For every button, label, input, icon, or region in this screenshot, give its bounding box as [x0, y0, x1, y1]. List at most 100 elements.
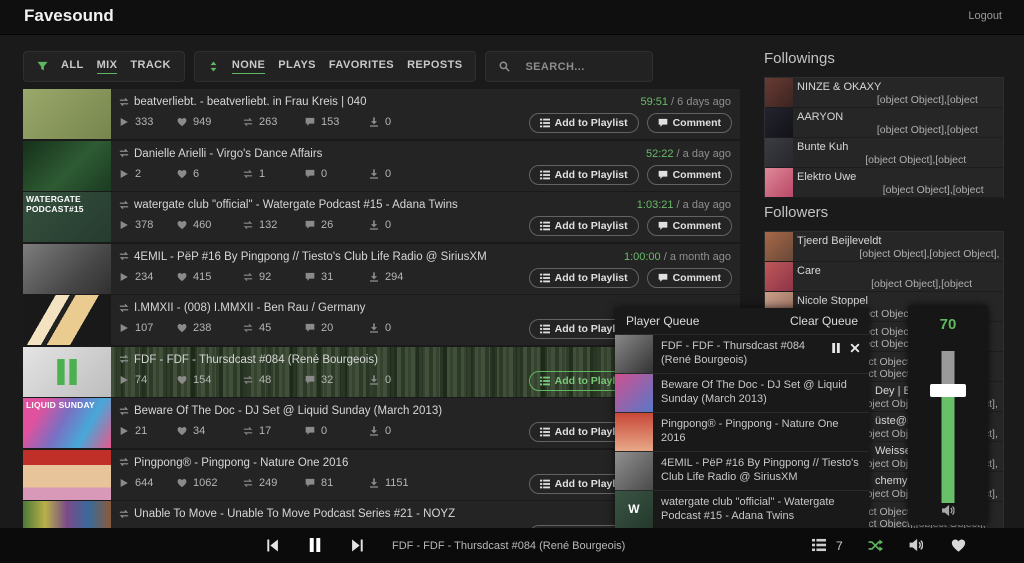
- speaker-icon[interactable]: [942, 504, 955, 517]
- download-icon: [369, 117, 379, 127]
- reposts-stat: 249: [243, 477, 305, 489]
- track-row[interactable]: 4EMIL - PëP #16 By Pingpong // Tiesto's …: [23, 243, 740, 294]
- track-title-text: watergate club "official" - Watergate Po…: [134, 199, 458, 211]
- following-row[interactable]: Elektro Uwe 1447 4735 [object Object],[o…: [765, 168, 1003, 198]
- add-to-playlist-button[interactable]: Add to Playlist: [528, 267, 639, 288]
- shuffle-icon[interactable]: [868, 538, 883, 553]
- volume-track-upper[interactable]: [941, 351, 955, 384]
- repost-icon: [243, 117, 253, 127]
- downloads-stat: 0: [369, 116, 429, 128]
- plays-stat: 107: [119, 322, 177, 334]
- add-to-playlist-button[interactable]: Add to Playlist: [528, 113, 639, 133]
- follow-add-stat: 1447: [797, 184, 833, 197]
- track-title-text: Unable To Move - Unable To Move Podcast …: [134, 508, 456, 520]
- track-artwork[interactable]: [23, 295, 111, 345]
- filter-option[interactable]: ALL: [61, 59, 84, 74]
- download-icon: [369, 477, 379, 488]
- follow-add-stat: 85: [797, 154, 822, 167]
- reposts-stat: 132: [243, 219, 305, 231]
- likes-stat: 1062: [177, 477, 243, 489]
- likes-stat: 460: [177, 219, 243, 231]
- track-artwork[interactable]: [23, 346, 111, 397]
- sort-option[interactable]: NONE: [231, 59, 266, 74]
- tracks-count-stat: [object Object],[object Object],[object …: [864, 94, 1003, 107]
- queue-item[interactable]: 4EMIL - PëP #16 By Pingpong // Tiesto's …: [615, 450, 869, 490]
- followers-count-stat: 4855: [828, 124, 864, 137]
- queue-item[interactable]: Beware Of The Doc - DJ Set @ Liquid Sund…: [615, 372, 869, 412]
- comment-button[interactable]: Comment: [646, 267, 732, 288]
- following-row[interactable]: NINZE & OKAXY 628 7613 [object Object],[…: [765, 78, 1003, 108]
- playlist-icon: [539, 221, 550, 231]
- like-icon[interactable]: [951, 538, 966, 553]
- logout-link[interactable]: Logout: [968, 10, 1002, 22]
- track-title-text: beatverliebt. - beatverliebt. in Frau Kr…: [134, 96, 367, 108]
- play-icon: [119, 117, 129, 127]
- pause-icon[interactable]: [831, 343, 841, 353]
- sort-option[interactable]: PLAYS: [278, 59, 316, 74]
- queue-count: 7: [836, 539, 843, 553]
- track-row[interactable]: WATERGATE PODCAST#15 watergate club "off…: [23, 192, 740, 242]
- app-title: Favesound: [24, 6, 114, 25]
- clear-queue-button[interactable]: Clear Queue: [790, 314, 858, 328]
- previous-track-button[interactable]: [266, 539, 279, 552]
- volume-slider[interactable]: [930, 351, 966, 503]
- search-input[interactable]: [523, 59, 640, 74]
- following-row[interactable]: AARYON 148 4855 [object Object],[object …: [765, 108, 1003, 138]
- volume-track-lower[interactable]: [941, 397, 955, 503]
- comments-stat: 0: [305, 425, 369, 437]
- queue-item-title: Beware Of The Doc - DJ Set @ Liquid Sund…: [661, 378, 847, 405]
- queue-item-title: FDF - FDF - Thursdcast #084 (René Bourge…: [661, 340, 806, 366]
- queue-toggle-icon[interactable]: [812, 538, 826, 552]
- following-row[interactable]: Bunte Kuh 85 575 [object Object],[object…: [765, 138, 1003, 168]
- follower-row[interactable]: Tjeerd Beijleveldt 69 25 [object Object]…: [765, 232, 1003, 262]
- queue-item[interactable]: FDF - FDF - Thursdcast #084 (René Bourge…: [615, 334, 869, 373]
- queue-item[interactable]: W watergate club "official" - Watergate …: [615, 489, 869, 528]
- filter-option[interactable]: TRACK: [130, 59, 171, 74]
- download-icon: [369, 271, 379, 282]
- follower-row[interactable]: Care 620 536 [object Object],[object Obj…: [765, 262, 1003, 292]
- comment-button[interactable]: Comment: [646, 113, 732, 133]
- pause-icon[interactable]: [54, 358, 80, 385]
- track-artwork[interactable]: [23, 243, 111, 294]
- download-icon: [369, 323, 379, 333]
- heart-icon: [177, 220, 187, 230]
- add-to-playlist-button[interactable]: Add to Playlist: [528, 164, 639, 185]
- sort-option[interactable]: REPOSTS: [407, 59, 462, 74]
- user-name: Elektro Uwe: [797, 171, 857, 183]
- track-artwork[interactable]: LIQUID SUNDAY: [23, 398, 111, 448]
- comment-icon: [305, 323, 315, 333]
- track-row[interactable]: Danielle Arielli - Virgo's Dance Affairs…: [23, 140, 740, 191]
- sort-option[interactable]: FAVORITES: [329, 59, 394, 74]
- followers-count-stat: 25: [822, 248, 847, 261]
- volume-icon[interactable]: [909, 538, 924, 552]
- downloads-stat: 1151: [369, 477, 429, 489]
- play-icon: [119, 426, 129, 436]
- comment-button[interactable]: Comment: [646, 216, 732, 236]
- add-to-playlist-button[interactable]: Add to Playlist: [528, 216, 639, 236]
- plays-stat: 74: [119, 374, 177, 386]
- track-duration: 59:51: [640, 96, 668, 108]
- track-artwork[interactable]: [23, 89, 111, 139]
- track-title-text: FDF - FDF - Thursdcast #084 (René Bourge…: [134, 353, 378, 366]
- followers-count-stat: 4735: [833, 184, 869, 197]
- search-box: [485, 51, 654, 82]
- pause-button[interactable]: [308, 538, 322, 552]
- downloads-stat: 0: [369, 322, 429, 334]
- follow-add-stat: 148: [797, 124, 828, 137]
- filter-option[interactable]: MIX: [96, 59, 118, 74]
- player-queue-panel: Player Queue Clear Queue FDF - FDF - Thu…: [615, 308, 869, 528]
- track-artwork[interactable]: WATERGATE PODCAST#15: [23, 192, 111, 242]
- track-row[interactable]: beatverliebt. - beatverliebt. in Frau Kr…: [23, 89, 740, 139]
- next-track-button[interactable]: [351, 539, 364, 552]
- close-icon[interactable]: [850, 343, 860, 353]
- comment-button[interactable]: Comment: [646, 164, 732, 185]
- track-time: 59:516 days ago: [640, 96, 731, 108]
- track-artwork[interactable]: [23, 140, 111, 191]
- filter-group: ALL MIX TRACK: [23, 51, 185, 82]
- repost-icon: [243, 478, 253, 488]
- plays-stat: 234: [119, 271, 177, 283]
- volume-handle[interactable]: [930, 384, 966, 397]
- track-artwork[interactable]: [23, 449, 111, 500]
- queue-item[interactable]: Pingpong® - Pingpong - Nature One 2016: [615, 411, 869, 451]
- download-icon: [369, 220, 379, 230]
